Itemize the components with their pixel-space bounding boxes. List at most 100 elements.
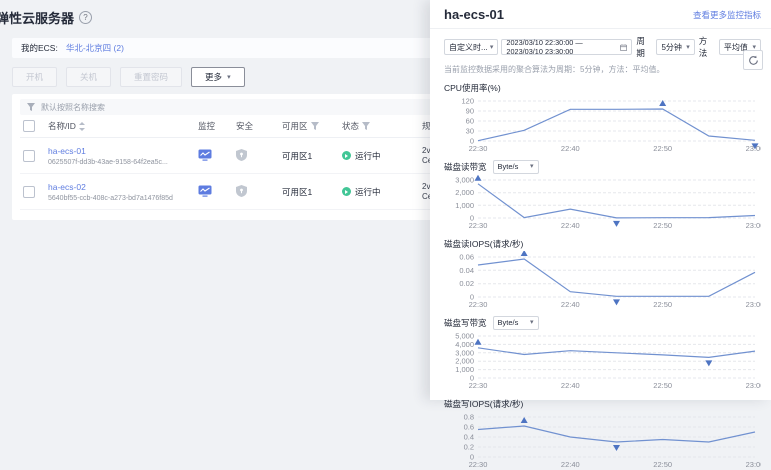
svg-text:22:50: 22:50 [653, 221, 672, 230]
svg-text:1,000: 1,000 [455, 201, 474, 210]
svg-text:22:30: 22:30 [469, 300, 488, 309]
filter-funnel-icon[interactable] [311, 122, 319, 130]
svg-text:22:40: 22:40 [561, 221, 580, 230]
monitoring-icon[interactable] [198, 149, 212, 161]
more-button-label: 更多 [205, 71, 222, 83]
chart-disk-write-bandwidth: 磁盘写带宽 Byte/s ▾ 01,0002,0003,0004,0005,00… [444, 315, 761, 391]
chart-controls: 自定义时... ▾ 2023/03/10 22:30:00 — 2023/03/… [444, 35, 761, 59]
chevron-down-icon: ▾ [530, 163, 534, 170]
chart-disk-write-iops: 磁盘写IOPS(请求/秒) 00.20.40.60.822:3022:4022:… [444, 396, 761, 470]
region-prefix: 我的ECS: [21, 42, 58, 54]
chart-title: CPU使用率(%) [444, 82, 501, 94]
svg-text:22:50: 22:50 [653, 144, 672, 153]
unit-select[interactable]: Byte/s ▾ [493, 316, 539, 330]
svg-text:22:40: 22:40 [561, 144, 580, 153]
funnel-icon [27, 103, 35, 111]
svg-text:22:40: 22:40 [561, 381, 580, 390]
col-header-name[interactable]: 名称/ID [48, 120, 198, 132]
svg-text:0.4: 0.4 [464, 433, 474, 442]
panel-title: ha-ecs-01 [444, 7, 504, 22]
name-cell: ha-ecs-01 0625507f-dd3b-43ae-9158-64f2ea… [48, 146, 198, 166]
status-badge: 运行中 [355, 186, 381, 198]
security-cell[interactable] [236, 149, 282, 163]
svg-text:3,000: 3,000 [455, 348, 474, 357]
chart-title: 磁盘写带宽 [444, 317, 487, 329]
chart-title: 磁盘读带宽 [444, 161, 487, 173]
chevron-down-icon: ▾ [490, 44, 494, 51]
svg-text:0.04: 0.04 [459, 266, 474, 275]
security-cell[interactable] [236, 185, 282, 199]
filter-funnel-icon[interactable] [362, 122, 370, 130]
calendar-icon [620, 43, 627, 52]
monitor-cell[interactable] [198, 185, 236, 199]
chart-disk-read-bandwidth: 磁盘读带宽 Byte/s ▾ 01,0002,0003,00022:3022:4… [444, 159, 761, 231]
svg-text:0.8: 0.8 [464, 413, 474, 422]
svg-text:2,000: 2,000 [455, 357, 474, 366]
svg-text:22:30: 22:30 [469, 221, 488, 230]
instance-id: 0625507f-dd3b-43ae-9158-64f2ea5c... [48, 159, 168, 166]
svg-text:22:30: 22:30 [469, 381, 488, 390]
col-header-az[interactable]: 可用区 [282, 120, 342, 132]
disk-read-iops-line-chart[interactable]: 00.020.040.0622:3022:4022:5023:00 [444, 251, 761, 310]
monitor-cell[interactable] [198, 149, 236, 163]
svg-text:1,000: 1,000 [455, 365, 474, 374]
view-more-metrics-link[interactable]: 查看更多监控指标 [693, 9, 761, 21]
monitoring-panel: ha-ecs-01 查看更多监控指标 自定义时... ▾ 2023/03/10 … [430, 0, 771, 400]
status-badge: 运行中 [355, 150, 381, 162]
security-shield-icon[interactable] [236, 149, 247, 161]
svg-text:3,000: 3,000 [455, 176, 474, 185]
svg-text:23:00: 23:00 [746, 460, 761, 469]
disk-write-iops-line-chart[interactable]: 00.20.40.60.822:3022:4022:5023:00 [444, 411, 761, 470]
chevron-down-icon: ▾ [530, 319, 534, 326]
instance-name-link[interactable]: ha-ecs-01 [48, 146, 198, 156]
power-on-button[interactable]: 开机 [12, 67, 57, 87]
col-header-security: 安全 [236, 120, 282, 132]
sort-icon[interactable] [79, 122, 85, 131]
status-cell: 运行中 [342, 150, 422, 162]
unit-select[interactable]: Byte/s ▾ [493, 160, 539, 174]
svg-text:2,000: 2,000 [455, 188, 474, 197]
refresh-button[interactable] [743, 50, 763, 70]
reset-password-button[interactable]: 重置密码 [120, 67, 182, 87]
svg-text:22:40: 22:40 [561, 300, 580, 309]
svg-text:22:50: 22:50 [653, 460, 672, 469]
select-all-checkbox[interactable] [23, 120, 35, 132]
svg-text:120: 120 [461, 97, 474, 106]
time-range-select[interactable]: 自定义时... ▾ [444, 39, 498, 55]
chevron-down-icon: ▾ [227, 74, 231, 81]
period-select[interactable]: 5分钟 ▾ [656, 39, 694, 55]
name-cell: ha-ecs-02 5640bf55-ccb-408c-a273-bd7a147… [48, 182, 198, 202]
az-cell: 可用区1 [282, 150, 342, 162]
svg-text:90: 90 [466, 107, 474, 116]
divider [430, 28, 771, 29]
svg-text:22:50: 22:50 [653, 381, 672, 390]
row-checkbox[interactable] [23, 150, 35, 162]
chart-title: 磁盘写IOPS(请求/秒) [444, 398, 523, 410]
svg-text:22:50: 22:50 [653, 300, 672, 309]
region-link[interactable]: 华北-北京四 (2) [66, 42, 124, 54]
svg-text:4,000: 4,000 [455, 340, 474, 349]
date-range-input[interactable]: 2023/03/10 22:30:00 — 2023/03/10 23:30:0… [501, 39, 632, 55]
instance-name-link[interactable]: ha-ecs-02 [48, 182, 198, 192]
chart-cpu-usage: CPU使用率(%) 030609012022:3022:4022:5023:00 [444, 80, 761, 154]
status-cell: 运行中 [342, 186, 422, 198]
monitoring-icon[interactable] [198, 185, 212, 197]
cpu-usage-line-chart[interactable]: 030609012022:3022:4022:5023:00 [444, 95, 761, 154]
running-status-icon [342, 187, 351, 196]
row-checkbox[interactable] [23, 186, 35, 198]
aggregation-hint: 当前监控数据采用的聚合算法为周期：5分钟，方法：平均值。 [444, 64, 761, 75]
help-icon[interactable]: ? [79, 11, 92, 24]
more-button[interactable]: 更多 ▾ [191, 67, 245, 87]
svg-text:22:40: 22:40 [561, 460, 580, 469]
col-header-status[interactable]: 状态 [342, 120, 422, 132]
security-shield-icon[interactable] [236, 185, 247, 197]
disk-read-bandwidth-line-chart[interactable]: 01,0002,0003,00022:3022:4022:5023:00 [444, 174, 761, 231]
power-off-button[interactable]: 关机 [66, 67, 111, 87]
svg-text:22:30: 22:30 [469, 144, 488, 153]
svg-text:0.06: 0.06 [459, 253, 474, 262]
disk-write-bandwidth-line-chart[interactable]: 01,0002,0003,0004,0005,00022:3022:4022:5… [444, 330, 761, 391]
chart-title: 磁盘读IOPS(请求/秒) [444, 238, 523, 250]
svg-text:0.2: 0.2 [464, 443, 474, 452]
page-title: 弹性云服务器 [0, 8, 74, 27]
filter-placeholder: 默认按照名称搜索 [41, 102, 105, 113]
